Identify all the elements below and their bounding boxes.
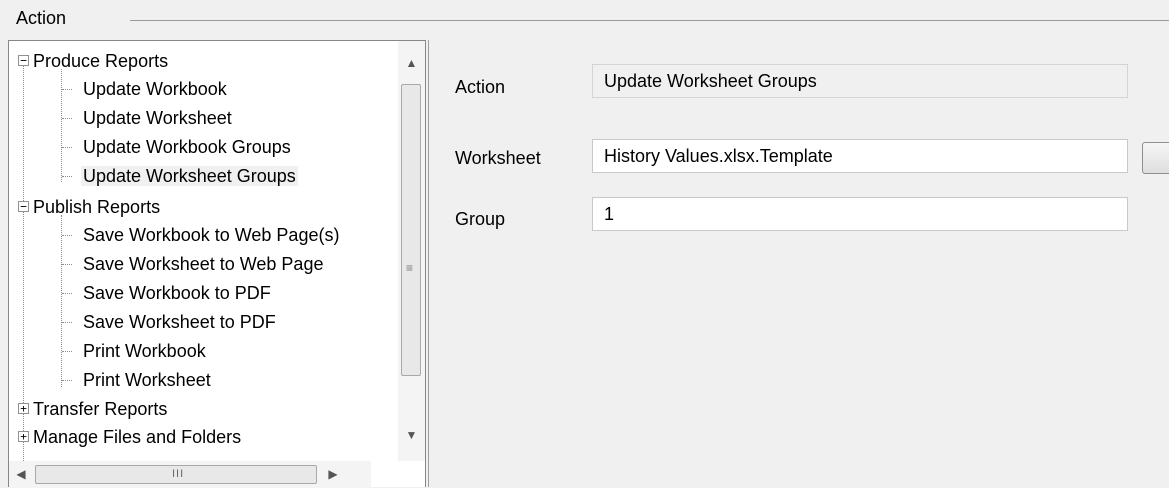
tree-node-transfer-reports[interactable]: + Transfer Reports bbox=[17, 395, 169, 423]
tree-node-update-worksheet[interactable]: Update Worksheet bbox=[81, 104, 234, 132]
tree-branch-line-produce bbox=[61, 69, 62, 182]
tree-connector bbox=[62, 293, 72, 294]
tree-node-update-worksheet-groups[interactable]: Update Worksheet Groups bbox=[81, 162, 298, 190]
tree-node-label: Update Worksheet Groups bbox=[81, 166, 298, 186]
tree-node-save-workbook-web[interactable]: Save Workbook to Web Page(s) bbox=[81, 221, 341, 249]
horizontal-scroll-thumb[interactable]: III bbox=[35, 465, 317, 484]
tree-node-label: Print Worksheet bbox=[83, 370, 211, 390]
tree-node-save-worksheet-pdf[interactable]: Save Worksheet to PDF bbox=[81, 308, 278, 336]
tree-node-label: Save Workbook to Web Page(s) bbox=[83, 225, 340, 245]
tree-connector bbox=[62, 147, 72, 148]
tree-connector bbox=[62, 351, 72, 352]
collapse-icon[interactable]: − bbox=[18, 55, 29, 66]
expand-icon[interactable]: + bbox=[18, 403, 29, 414]
tree-node-publish-reports[interactable]: − Publish Reports bbox=[17, 193, 162, 221]
tree-node-label: Save Workbook to PDF bbox=[83, 283, 271, 303]
tree-node-label: Update Workbook bbox=[83, 79, 227, 99]
tree-node-save-worksheet-web[interactable]: Save Worksheet to Web Page bbox=[81, 250, 325, 278]
tree-connector bbox=[62, 380, 72, 381]
action-label: Action bbox=[455, 77, 506, 97]
horizontal-scrollbar[interactable]: ◀ III ▶ bbox=[9, 461, 371, 488]
tree-node-label: Update Worksheet bbox=[83, 108, 232, 128]
tree-node-label: Print Workbook bbox=[83, 341, 206, 361]
browse-button[interactable] bbox=[1142, 142, 1169, 174]
tree-node-save-workbook-pdf[interactable]: Save Workbook to PDF bbox=[81, 279, 273, 307]
tree-node-label: Update Workbook Groups bbox=[83, 137, 291, 157]
group-label: Group bbox=[455, 209, 506, 229]
expand-icon[interactable]: + bbox=[18, 431, 29, 442]
scroll-down-icon[interactable]: ▼ bbox=[398, 421, 425, 449]
tree-node-update-workbook[interactable]: Update Workbook bbox=[81, 75, 229, 103]
group-title: Action bbox=[16, 8, 67, 28]
tree-node-label: Produce Reports bbox=[33, 51, 169, 71]
tree-node-produce-reports[interactable]: − Produce Reports bbox=[17, 47, 170, 75]
tree-node-update-workbook-groups[interactable]: Update Workbook Groups bbox=[81, 133, 293, 161]
tree-connector bbox=[62, 235, 72, 236]
tree-branch-line-publish bbox=[61, 215, 62, 387]
worksheet-field[interactable]: History Values.xlsx.Template bbox=[592, 139, 1128, 173]
tree-items: − Produce Reports Update Workbook Update… bbox=[9, 41, 399, 461]
grip-icon: ≡ bbox=[406, 261, 414, 275]
tree-connector bbox=[62, 264, 72, 265]
collapse-icon[interactable]: − bbox=[18, 201, 29, 212]
tree-connector bbox=[62, 322, 72, 323]
tree-node-label: Transfer Reports bbox=[33, 399, 168, 419]
tree-node-label: Save Worksheet to Web Page bbox=[83, 254, 324, 274]
tree-connector bbox=[62, 118, 72, 119]
worksheet-label: Worksheet bbox=[455, 148, 541, 168]
vertical-scroll-thumb[interactable]: ≡ bbox=[401, 84, 421, 376]
scroll-up-icon[interactable]: ▲ bbox=[398, 49, 425, 77]
tree-node-label: Manage Files and Folders bbox=[33, 427, 242, 447]
tree-node-label: Save Worksheet to PDF bbox=[83, 312, 276, 332]
scroll-right-icon[interactable]: ▶ bbox=[321, 461, 345, 488]
tree-connector bbox=[62, 176, 72, 177]
scroll-left-icon[interactable]: ◀ bbox=[9, 461, 33, 488]
tree-node-print-workbook[interactable]: Print Workbook bbox=[81, 337, 208, 365]
panel-divider bbox=[428, 40, 429, 487]
tree-node-print-worksheet[interactable]: Print Worksheet bbox=[81, 366, 213, 394]
group-field[interactable]: 1 bbox=[592, 197, 1128, 231]
action-field: Update Worksheet Groups bbox=[592, 64, 1128, 98]
action-tree[interactable]: − Produce Reports Update Workbook Update… bbox=[8, 40, 426, 488]
tree-node-label: Publish Reports bbox=[33, 197, 161, 217]
action-group-header: Action bbox=[0, 0, 1169, 34]
vertical-scrollbar[interactable]: ▲ ≡ ▼ bbox=[398, 41, 425, 461]
grip-icon: III bbox=[172, 468, 185, 480]
group-divider bbox=[130, 20, 1169, 21]
tree-connector bbox=[62, 89, 72, 90]
tree-node-manage-files[interactable]: + Manage Files and Folders bbox=[17, 423, 243, 451]
